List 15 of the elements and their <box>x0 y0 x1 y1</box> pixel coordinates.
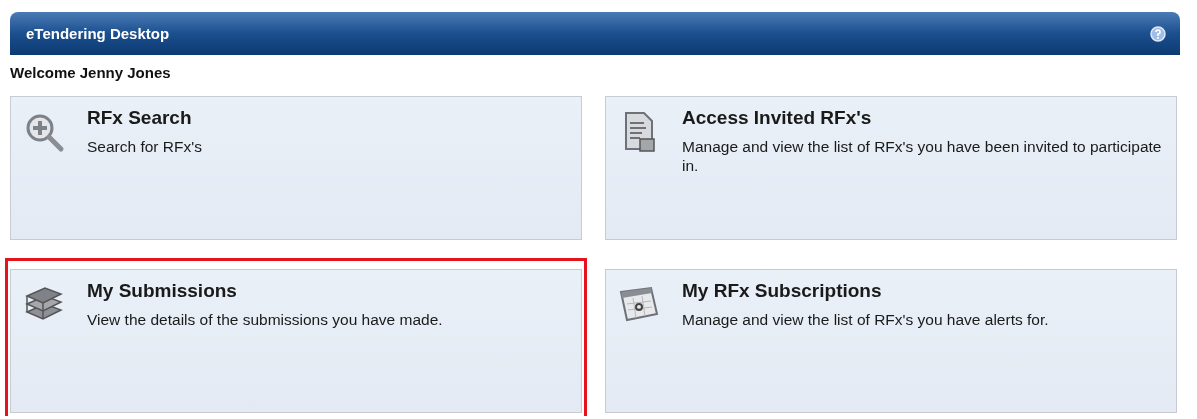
welcome-text: Welcome Jenny Jones <box>10 64 172 81</box>
tile-description: Manage and view the list of RFx's you have alerts for. <box>682 310 1049 329</box>
tile-description: View the details of the submissions you have made. <box>87 310 443 329</box>
tile-title: Access Invited RFx's <box>682 107 873 129</box>
help-icon[interactable] <box>1150 25 1166 42</box>
tile-description: Manage and view the list of RFx's you have been invited to participate in. <box>682 137 1163 175</box>
tile-description: Search for RFx's <box>87 137 202 156</box>
tile-title: My Submissions <box>87 280 238 302</box>
menu-tile[interactable]: RFx Search Search for RFx's <box>10 96 582 240</box>
window-title: eTendering Desktop <box>26 25 170 42</box>
tile-title: My RFx Subscriptions <box>682 280 883 302</box>
menu-tile[interactable]: My Submissions View the details of the submissions you have made. <box>10 269 582 413</box>
menu-tile[interactable]: Access Invited RFx's Manage and view the list of RFx's you have been invited to participate in. <box>605 96 1177 240</box>
menu-tile[interactable]: My RFx Subscriptions Manage and view the list of RFx's you have alerts for. <box>605 269 1177 413</box>
tile-title: RFx Search <box>87 107 193 129</box>
